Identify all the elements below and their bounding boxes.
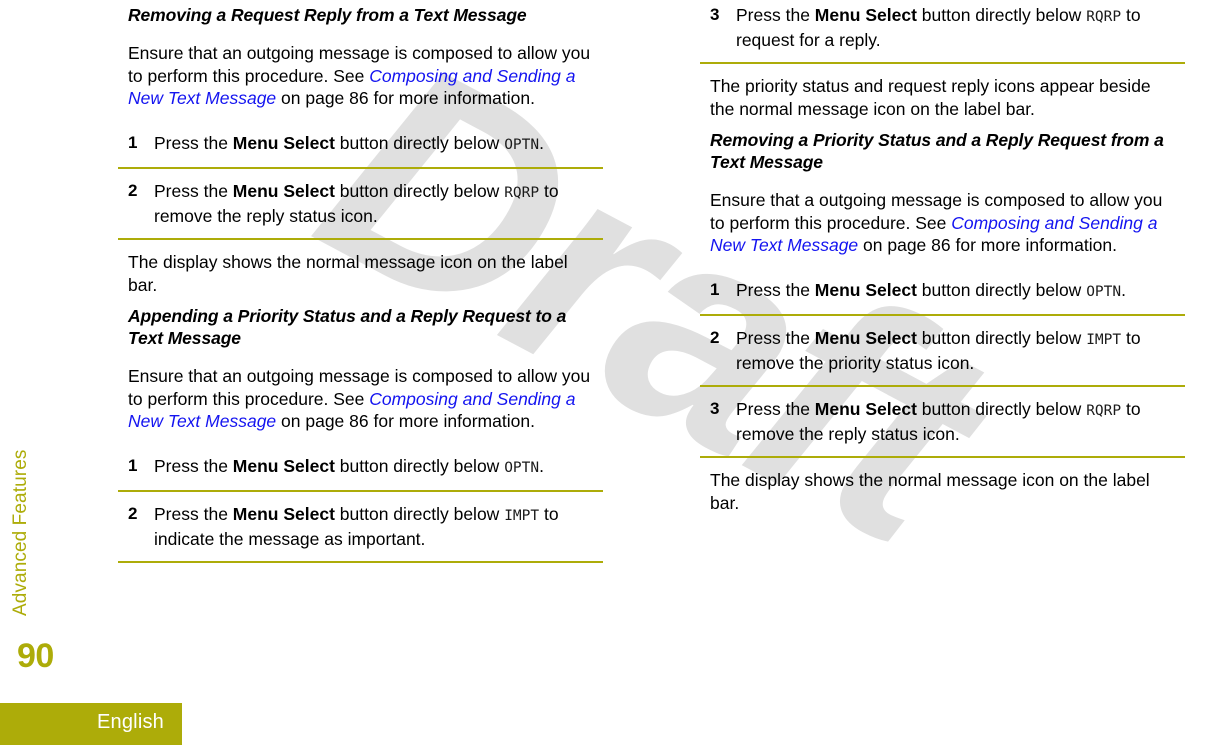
left-column: Removing a Request Reply from a Text Mes… xyxy=(118,0,604,563)
result-paragraph: The display shows the normal message ico… xyxy=(710,470,1150,513)
step-text-mid: button directly below xyxy=(334,181,505,201)
list-item: 2 Press the Menu Select button directly … xyxy=(700,327,1186,374)
step-text: Press the Menu Select button directly be… xyxy=(154,455,604,480)
menu-select-bold: Menu Select xyxy=(232,455,335,476)
step-number: 3 xyxy=(710,5,720,24)
menu-select-bold: Menu Select xyxy=(814,328,917,348)
step-text: Press the Menu Select button directly be… xyxy=(736,279,1186,304)
step-text: Press the Menu Select button directly be… xyxy=(154,180,604,227)
menu-select-bold: Menu Select xyxy=(232,504,335,524)
list-item: 2 Press the Menu Select button directly … xyxy=(118,503,604,550)
softkey-label: IMPT xyxy=(1086,332,1122,348)
intro-paragraph: Ensure that an outgoing message is compo… xyxy=(128,42,594,110)
step-number: 1 xyxy=(128,132,138,152)
menu-select-bold: Menu Select xyxy=(814,399,917,419)
intro-paragraph: Ensure that a outgoing message is compos… xyxy=(710,189,1176,257)
step-text: Press the Menu Select button directly be… xyxy=(154,503,604,550)
step-text: Press the Menu Select button directly be… xyxy=(154,132,604,157)
step-text-pre: Press the xyxy=(736,399,815,419)
step-text-mid: button directly below xyxy=(334,504,505,524)
menu-select-bold: Menu Select xyxy=(814,279,917,300)
intro-text-b: on page 86 for more information. xyxy=(276,88,535,108)
step-text-pre: Press the xyxy=(736,5,815,25)
intro-text-b: on page 86 for more information. xyxy=(858,235,1117,255)
step-text: Press the Menu Select button directly be… xyxy=(736,327,1186,374)
result-paragraph: The priority status and request reply ic… xyxy=(710,76,1151,119)
softkey-label: RQRP xyxy=(1086,9,1122,25)
step-text-pre: Press the xyxy=(154,181,233,201)
language-bar: English xyxy=(0,703,182,745)
chapter-tab: Advanced Features xyxy=(6,386,46,616)
softkey-label: OPTN xyxy=(504,136,540,153)
list-item: 1 Press the Menu Select button directly … xyxy=(700,279,1186,304)
step-text-mid: button directly below xyxy=(334,132,505,153)
list-item: 2 Press the Menu Select button directly … xyxy=(118,180,604,227)
step-text-mid: button directly below xyxy=(916,5,1087,25)
softkey-label: IMPT xyxy=(504,508,540,524)
section-heading: Appending a Priority Status and a Reply … xyxy=(128,306,567,348)
step-text-pre: Press the xyxy=(154,132,233,153)
softkey-label: OPTN xyxy=(1086,283,1122,300)
step-text-post: . xyxy=(539,132,544,153)
step-text-pre: Press the xyxy=(154,504,233,524)
step-text-pre: Press the xyxy=(154,455,233,476)
right-column: 3 Press the Menu Select button directly … xyxy=(700,0,1186,514)
step-text-pre: Press the xyxy=(736,328,815,348)
softkey-label: RQRP xyxy=(1086,403,1122,419)
step-text: Press the Menu Select button directly be… xyxy=(736,398,1186,445)
step-text-post: . xyxy=(1121,279,1126,300)
softkey-label: RQRP xyxy=(504,185,540,201)
step-text-post: . xyxy=(539,455,544,476)
chapter-label: Advanced Features xyxy=(10,449,31,616)
step-text-mid: button directly below xyxy=(916,399,1087,419)
list-item: 3 Press the Menu Select button directly … xyxy=(700,4,1186,51)
step-number: 2 xyxy=(128,181,138,200)
intro-paragraph: Ensure that an outgoing message is compo… xyxy=(128,365,594,433)
page-number: 90 xyxy=(17,637,54,675)
language-label: English xyxy=(97,711,164,733)
menu-select-bold: Menu Select xyxy=(232,132,335,153)
result-paragraph: The display shows the normal message ico… xyxy=(128,252,568,295)
step-text-pre: Press the xyxy=(736,279,815,300)
section-heading: Removing a Priority Status and a Reply R… xyxy=(710,130,1164,172)
list-item: 1 Press the Menu Select button directly … xyxy=(118,132,604,157)
section-heading: Removing a Request Reply from a Text Mes… xyxy=(128,5,527,25)
list-item: 1 Press the Menu Select button directly … xyxy=(118,455,604,480)
step-number: 1 xyxy=(710,279,720,299)
step-text: Press the Menu Select button directly be… xyxy=(736,4,1186,51)
document-page: Advanced Features 90 English Removing a … xyxy=(0,0,1206,745)
page-sidebar: Advanced Features 90 English xyxy=(0,0,182,745)
step-number: 3 xyxy=(710,399,720,418)
step-text-mid: button directly below xyxy=(916,279,1087,300)
menu-select-bold: Menu Select xyxy=(232,181,335,201)
step-number: 1 xyxy=(128,455,138,475)
intro-text-b: on page 86 for more information. xyxy=(276,411,535,431)
step-number: 2 xyxy=(710,328,720,347)
step-text-mid: button directly below xyxy=(916,328,1087,348)
step-number: 2 xyxy=(128,504,138,523)
step-text-mid: button directly below xyxy=(334,455,505,476)
step-divider xyxy=(118,561,603,563)
list-item: 3 Press the Menu Select button directly … xyxy=(700,398,1186,445)
softkey-label: OPTN xyxy=(504,459,540,476)
menu-select-bold: Menu Select xyxy=(814,5,917,25)
